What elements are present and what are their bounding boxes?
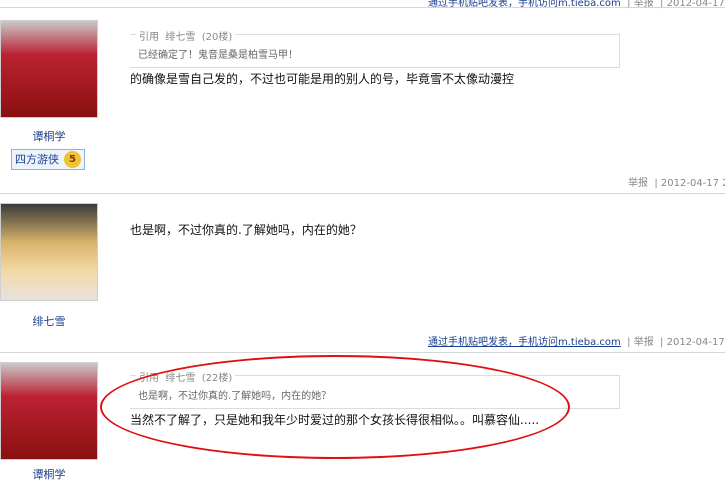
report-link[interactable]: 举报 (628, 178, 648, 189)
avatar[interactable] (0, 20, 98, 118)
username[interactable]: 谭桐学 (0, 128, 98, 144)
post-meta: 举报 | 2012-04-17 2 (628, 174, 725, 189)
avatar[interactable] (0, 362, 98, 460)
report-link[interactable]: 举报 (634, 337, 654, 348)
post-content: 也是啊，不过你真的.了解她吗，内在的她？ (130, 223, 362, 237)
username[interactable]: 谭桐学 (0, 466, 98, 482)
level-badge[interactable]: 四方游侠 5 (11, 149, 85, 170)
quote-text: 已经确定了！鬼音是桑是柏雪马甲！ (138, 50, 298, 61)
divider (0, 193, 725, 194)
annotation-circle (100, 355, 570, 459)
mobile-post-link[interactable]: 通过手机贴吧发表，手机访问m.tieba.com (428, 337, 621, 348)
level-star-icon: 5 (64, 151, 81, 168)
quote-header: 引用 绯七雪 (20楼) (136, 28, 236, 43)
avatar[interactable] (0, 203, 98, 301)
badge-label: 四方游侠 (15, 153, 59, 166)
username[interactable]: 绯七雪 (0, 313, 98, 329)
post-date: 2012-04-17 2 (660, 178, 725, 189)
quote-box: 引用 绯七雪 (20楼) 已经确定了！鬼音是桑是柏雪马甲！ (130, 28, 620, 68)
post-meta: 通过手机贴吧发表，手机访问m.tieba.com | 举报 | 2012-04-… (428, 333, 725, 348)
quote-author[interactable]: 绯七雪 (165, 32, 195, 43)
divider (0, 7, 725, 8)
quote-floor: (20楼) (201, 32, 233, 43)
post-content: 的确像是雪自己发的，不过也可能是用的别人的号，毕竟雪不太像动漫控 (130, 72, 515, 86)
post-date: 2012-04-17 2 (666, 337, 725, 348)
divider (0, 352, 725, 353)
